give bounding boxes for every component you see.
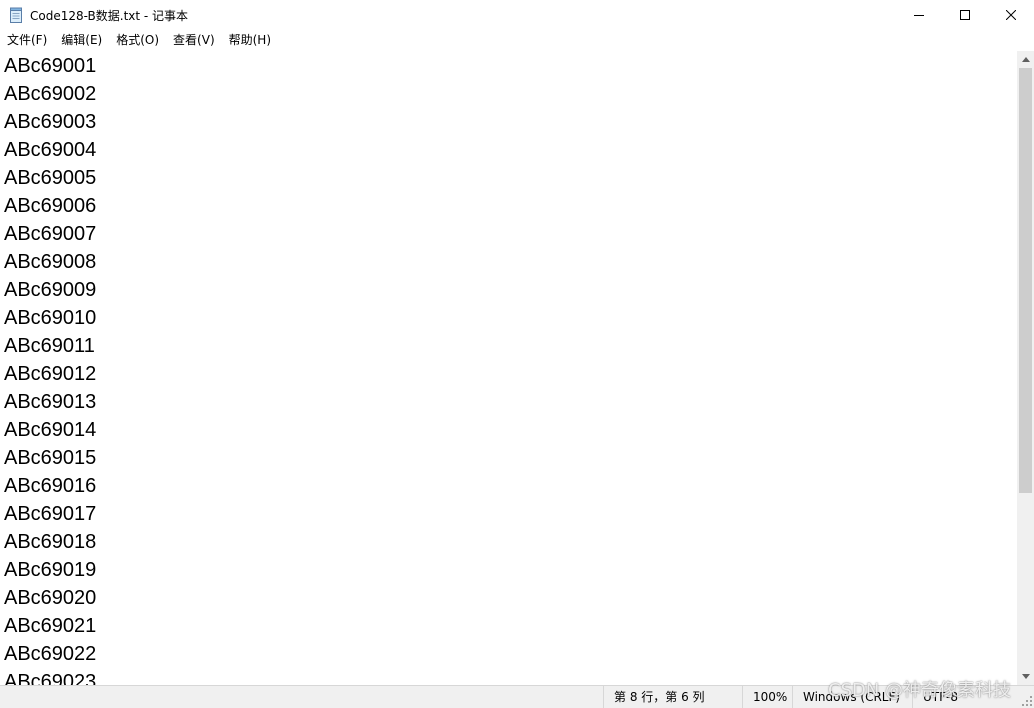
menu-view[interactable]: 查看(V) — [166, 30, 222, 50]
scroll-thumb[interactable] — [1019, 68, 1032, 493]
encoding: UTF-8 — [912, 686, 1022, 708]
chevron-up-icon — [1021, 57, 1030, 62]
scroll-down-button[interactable] — [1017, 668, 1034, 685]
editor-line: ABc69010 — [4, 307, 97, 329]
editor-line: ABc69020 — [4, 587, 97, 609]
cursor-position: 第 8 行，第 6 列 — [603, 686, 743, 708]
notepad-icon — [8, 7, 24, 23]
scroll-up-button[interactable] — [1017, 51, 1034, 68]
close-icon — [1006, 10, 1016, 20]
editor-line: ABc69018 — [4, 531, 97, 553]
vertical-scrollbar[interactable] — [1017, 51, 1034, 685]
editor-line: ABc69005 — [4, 167, 97, 189]
editor-line: ABc69017 — [4, 503, 97, 525]
maximize-button[interactable] — [942, 0, 988, 30]
title-bar[interactable]: Code128-B数据.txt - 记事本 — [0, 0, 1034, 30]
text-editor[interactable]: ABc69001 ABc69002 ABc69003 ABc69004 ABc6… — [0, 51, 1017, 685]
editor-line: ABc69023 — [4, 671, 97, 685]
editor-line: ABc69001 — [4, 55, 97, 77]
editor-line: ABc69007 — [4, 223, 97, 245]
window-title: Code128-B数据.txt - 记事本 — [30, 8, 189, 23]
minimize-icon — [914, 15, 924, 16]
editor-line: ABc69019 — [4, 559, 97, 581]
editor-line: ABc69014 — [4, 419, 97, 441]
line-ending: Windows (CRLF) — [792, 686, 913, 708]
menu-edit[interactable]: 编辑(E) — [54, 30, 109, 50]
minimize-button[interactable] — [896, 0, 942, 30]
editor-line: ABc69002 — [4, 83, 97, 105]
window-controls — [896, 0, 1034, 30]
menu-format[interactable]: 格式(O) — [109, 30, 166, 50]
editor-line: ABc69011 — [4, 335, 95, 357]
editor-line: ABc69006 — [4, 195, 97, 217]
editor-lines: ABc69001 ABc69002 ABc69003 ABc69004 ABc6… — [4, 52, 96, 685]
chevron-down-icon — [1021, 674, 1030, 679]
editor-line: ABc69013 — [4, 391, 97, 413]
resize-grip-icon[interactable] — [1022, 696, 1032, 706]
editor-line: ABc69008 — [4, 251, 97, 273]
status-bar: 第 8 行，第 6 列 100% Windows (CRLF) UTF-8 — [0, 685, 1034, 708]
menu-file[interactable]: 文件(F) — [0, 30, 54, 50]
menu-help[interactable]: 帮助(H) — [222, 30, 278, 50]
close-button[interactable] — [988, 0, 1034, 30]
maximize-icon — [960, 10, 970, 20]
menu-bar: 文件(F) 编辑(E) 格式(O) 查看(V) 帮助(H) — [0, 30, 1034, 50]
zoom-level: 100% — [742, 686, 792, 708]
editor-line: ABc69012 — [4, 363, 97, 385]
editor-line: ABc69021 — [4, 615, 97, 637]
editor-line: ABc69022 — [4, 643, 97, 665]
editor-line: ABc69003 — [4, 111, 97, 133]
editor-line: ABc69015 — [4, 447, 97, 469]
editor-line: ABc69004 — [4, 139, 97, 161]
editor-line: ABc69009 — [4, 279, 97, 301]
editor-line: ABc69016 — [4, 475, 97, 497]
notepad-window: Code128-B数据.txt - 记事本 文件(F) 编辑(E) 格式(O) … — [0, 0, 1034, 708]
